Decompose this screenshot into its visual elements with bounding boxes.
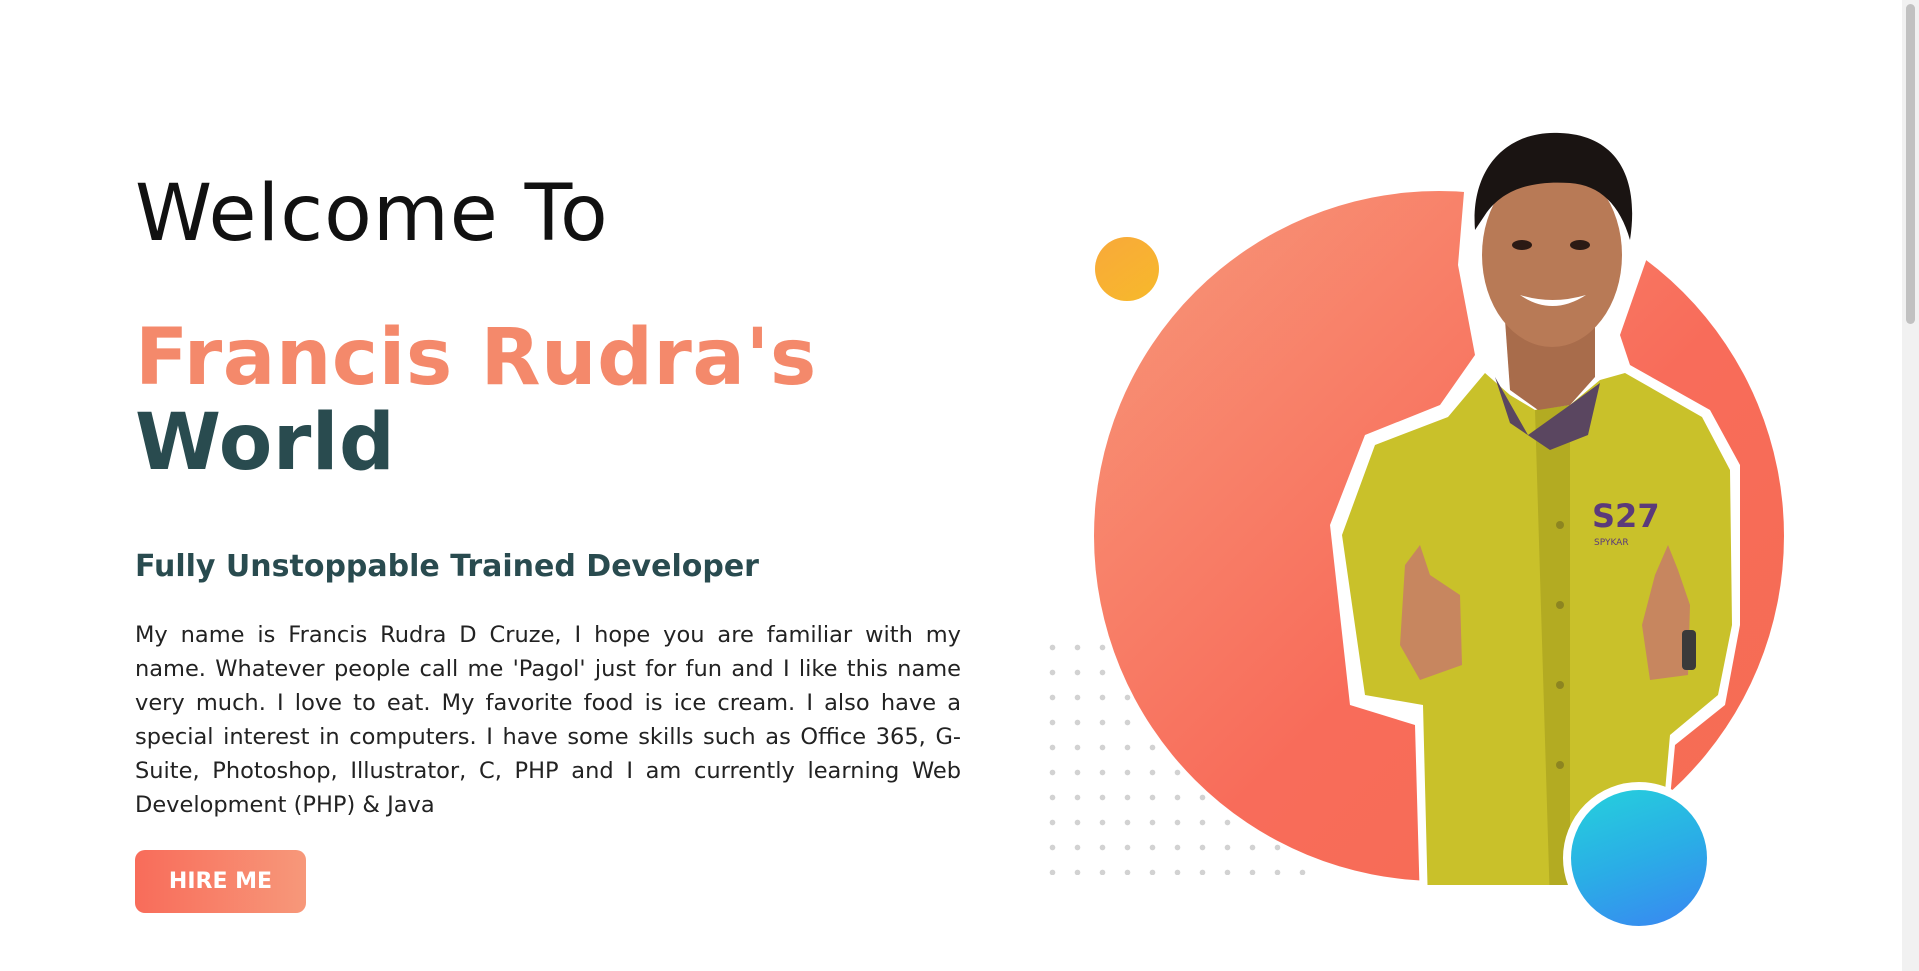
orange-dot-decoration xyxy=(1095,237,1159,301)
shirt-brand-text: SPYKAR xyxy=(1594,538,1629,548)
hire-me-button[interactable]: HIRE ME xyxy=(135,850,306,914)
name-dark: World xyxy=(135,398,396,489)
hero-illustration: S27 SPYKAR xyxy=(1000,95,1820,935)
name-accent: Francis Rudra's xyxy=(135,312,817,403)
teal-dot-decoration xyxy=(1563,782,1715,934)
welcome-heading: Welcome To xyxy=(135,169,609,259)
scroll-thumb[interactable] xyxy=(1906,4,1915,324)
hero-text: Welcome To Francis Rudra's World Fully U… xyxy=(135,169,965,914)
shirt-print-text: S27 xyxy=(1592,497,1660,535)
page-scrollbar[interactable] xyxy=(1902,0,1919,971)
page: Welcome To Francis Rudra's World Fully U… xyxy=(0,0,1919,971)
name-heading: Francis Rudra's World xyxy=(135,312,965,489)
bio-paragraph: My name is Francis Rudra D Cruze, I hope… xyxy=(135,622,961,819)
watch xyxy=(1682,630,1696,670)
portrait-photo: S27 SPYKAR xyxy=(1270,105,1790,885)
tagline: Fully Unstoppable Trained Developer xyxy=(135,549,759,585)
